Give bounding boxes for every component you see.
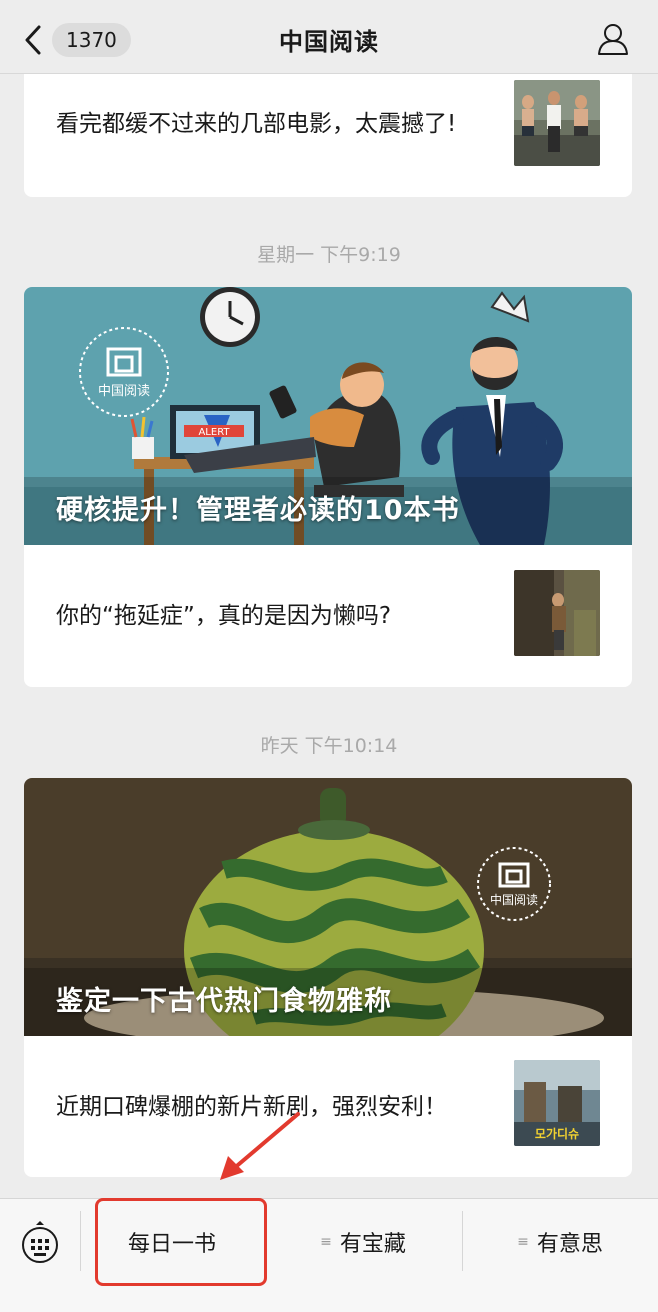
profile-icon[interactable] bbox=[596, 22, 630, 56]
alert-screen-text: ALERT bbox=[198, 427, 230, 438]
article-title: 看完都缓不过来的几部电影，太震撼了! bbox=[56, 110, 457, 137]
article-title: 你的“拖延症”，真的是因为懒吗? bbox=[56, 603, 392, 629]
menu-item-daily-book[interactable]: 每日一书 bbox=[80, 1199, 264, 1285]
article-row[interactable]: 看完都缓不过来的几部电影，太震撼了! bbox=[24, 74, 632, 197]
banner-caption: 鉴定一下古代热门食物雅称 bbox=[56, 986, 392, 1017]
banner-caption: 硬核提升！管理者必读的10本书 bbox=[56, 495, 460, 526]
message-card-2: 中国阅读 ALERT 硬核提升！管理者必读的10本书 你的“拖延症”，真的是因为… bbox=[24, 287, 632, 687]
keyboard-toggle-icon[interactable] bbox=[20, 1221, 60, 1265]
message-card-3: 中国阅读 鉴定一下古代热门食物雅称 近期口碑爆棚的新片新剧，强烈安利！ 모가디슈 bbox=[24, 778, 632, 1177]
menu-item-interesting[interactable]: ≡ 有意思 bbox=[462, 1199, 658, 1285]
article-thumbnail: 모가디슈 bbox=[514, 1060, 600, 1146]
message-card-1: 看完都缓不过来的几部电影，太震撼了! bbox=[24, 74, 632, 197]
article-row[interactable]: 近期口碑爆棚的新片新剧，强烈安利！ 모가디슈 bbox=[24, 1036, 632, 1177]
menu-label: 有宝藏 bbox=[339, 1232, 406, 1257]
nav-bar: 1370 中国阅读 bbox=[0, 0, 658, 74]
article-thumbnail bbox=[514, 570, 600, 656]
banner-logo-text: 中国阅读 bbox=[490, 892, 538, 907]
article-thumbnail bbox=[514, 80, 600, 166]
banner-article[interactable]: 中国阅读 ALERT 硬核提升！管理者必读的10本书 bbox=[24, 287, 632, 545]
menu-label: 有意思 bbox=[536, 1232, 603, 1257]
submenu-icon: ≡ bbox=[320, 1234, 332, 1250]
annotation-arrow-icon bbox=[220, 1112, 300, 1180]
article-row[interactable]: 你的“拖延症”，真的是因为懒吗? bbox=[24, 545, 632, 687]
timestamp: 星期一 下午9:19 bbox=[257, 244, 401, 266]
banner-logo-text: 中国阅读 bbox=[98, 384, 150, 399]
menu-label: 每日一书 bbox=[127, 1232, 216, 1257]
banner-article[interactable]: 中国阅读 鉴定一下古代热门食物雅称 bbox=[24, 778, 632, 1036]
page-title: 中国阅读 bbox=[279, 28, 379, 56]
menu-item-treasure[interactable]: ≡ 有宝藏 bbox=[264, 1199, 462, 1285]
submenu-icon: ≡ bbox=[517, 1234, 529, 1250]
timestamp: 昨天 下午10:14 bbox=[260, 735, 398, 757]
poster-title-text: 모가디슈 bbox=[535, 1126, 579, 1141]
bottom-menu-bar: 每日一书 ≡ 有宝藏 ≡ 有意思 bbox=[0, 1198, 658, 1312]
